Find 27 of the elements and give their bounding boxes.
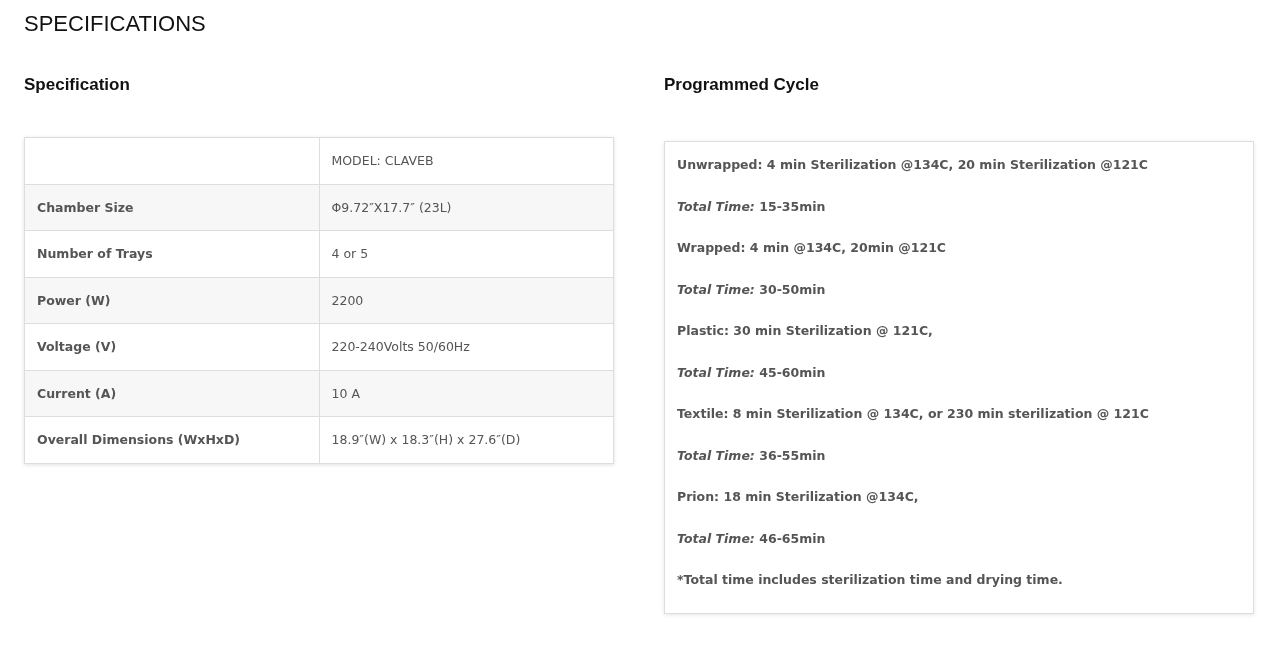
total-time-text: Total Time: 46-65min — [677, 529, 827, 548]
total-time-text: Total Time: 30-50min — [677, 280, 827, 299]
spec-label-cell: Chamber Size — [24, 184, 319, 231]
spec-label-cell: Overall Dimensions (WxHxD) — [24, 416, 319, 463]
total-time-text: Total Time: 15-35min — [677, 197, 827, 216]
total-time-text: Total Time: 45-60min — [677, 363, 827, 382]
section-heading: Programmed Cycle — [664, 74, 820, 96]
section-heading: Specification — [24, 74, 131, 96]
spec-value-cell: 220-240Volts 50/60Hz — [319, 323, 614, 370]
spec-label-cell: Current (A) — [24, 370, 319, 417]
spec-value-cell: 4 or 5 — [319, 230, 614, 277]
cycle-text: Textile: 8 min Sterilization @ 134C, or 230 min sterilization @ 121C — [677, 405, 1150, 423]
spec-value-cell: 10 A — [319, 370, 614, 417]
total-time-text: Total Time: 36-55min — [677, 446, 827, 465]
spec-label-cell: Number of Trays — [24, 230, 319, 277]
spec-value-cell: 2200 — [319, 277, 614, 324]
cycle-text: *Total time includes sterilization time and drying time. — [677, 571, 1064, 589]
cycle-text: Unwrapped: 4 min Sterilization @134C, 20 min Sterilization @121C — [677, 156, 1149, 174]
cycle-text: Prion: 18 min Sterilization @134C, — [677, 488, 920, 506]
spec-label-cell: Power (W) — [24, 277, 319, 324]
page-title: SPECIFICATIONS — [24, 10, 207, 38]
cycle-text: Wrapped: 4 min @134C, 20min @121C — [677, 239, 948, 257]
spec-value-cell: MODEL: CLAVEB — [319, 137, 614, 184]
cycle-text: Plastic: 30 min Sterilization @ 121C, — [677, 322, 934, 340]
spec-value-cell: 18.9″(W) x 18.3″(H) x 27.6″(D) — [319, 416, 614, 463]
spec-value-cell: Φ9.72″X17.7″ (23L) — [319, 184, 614, 231]
spec-label-cell: Voltage (V) — [24, 323, 319, 370]
